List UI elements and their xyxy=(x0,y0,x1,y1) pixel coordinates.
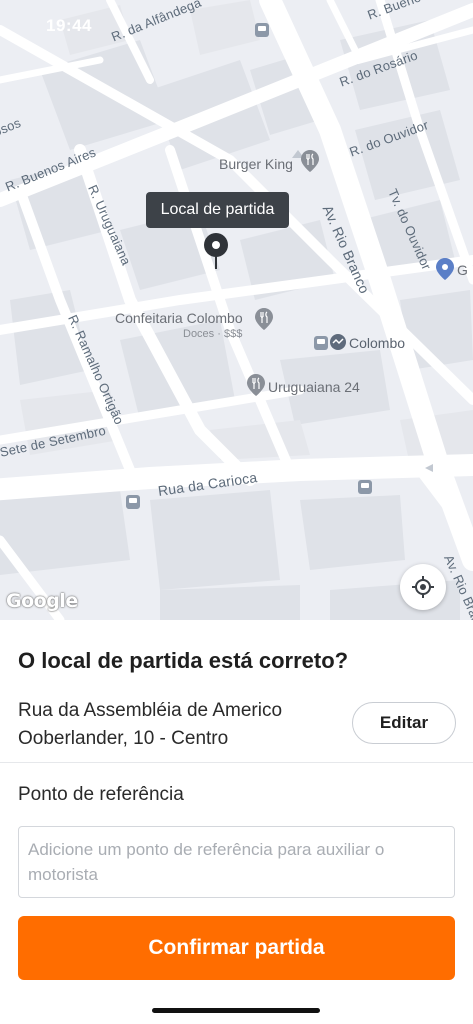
map-view[interactable]: 19:44 R. da Alfândega R. Buenos R. do Ro… xyxy=(0,0,473,620)
status-time: 19:44 xyxy=(46,16,92,35)
address-line-1: Rua da Assembléia de Americo xyxy=(18,700,283,721)
bus-stop-icon xyxy=(314,336,328,350)
poi-burger-king[interactable]: Burger King xyxy=(219,156,293,172)
poi-uruguaiana-24[interactable]: Uruguaiana 24 xyxy=(268,379,360,395)
bus-stop-icon xyxy=(126,495,140,509)
fork-knife-icon xyxy=(301,150,319,172)
poi-colombo[interactable]: Colombo xyxy=(349,335,405,351)
pickup-address: Rua da Assembléia de Americo Ooberlander… xyxy=(18,697,338,753)
shopping-icon xyxy=(436,258,454,280)
edit-address-button[interactable]: Editar xyxy=(352,702,456,744)
bus-stop-icon xyxy=(255,23,269,37)
reference-label: Ponto de referência xyxy=(18,784,184,805)
transit-icon xyxy=(330,334,346,350)
bus-stop-icon xyxy=(358,480,372,494)
poi-confeitaria-subtitle: Doces · $$$ xyxy=(183,328,243,340)
locate-button[interactable] xyxy=(400,564,446,610)
poi-edge-label: G xyxy=(457,262,468,278)
confirm-pickup-sheet: O local de partida está correto? Rua da … xyxy=(0,620,473,1024)
home-indicator xyxy=(152,1008,320,1013)
reference-input[interactable] xyxy=(18,826,455,898)
fork-knife-icon xyxy=(255,308,273,330)
address-line-2: Ooberlander, 10 - Centro xyxy=(18,728,229,749)
crosshair-icon xyxy=(412,576,434,598)
poi-confeitaria-colombo[interactable]: Confeitaria Colombo xyxy=(115,310,243,326)
sheet-title: O local de partida está correto? xyxy=(18,648,349,673)
google-logo: Google xyxy=(6,590,78,612)
pickup-tooltip: Local de partida xyxy=(146,192,289,228)
confirm-pickup-button[interactable]: Confirmar partida xyxy=(18,916,455,980)
divider xyxy=(0,762,473,763)
pickup-marker-icon[interactable] xyxy=(203,232,229,270)
fork-knife-icon xyxy=(247,374,265,396)
